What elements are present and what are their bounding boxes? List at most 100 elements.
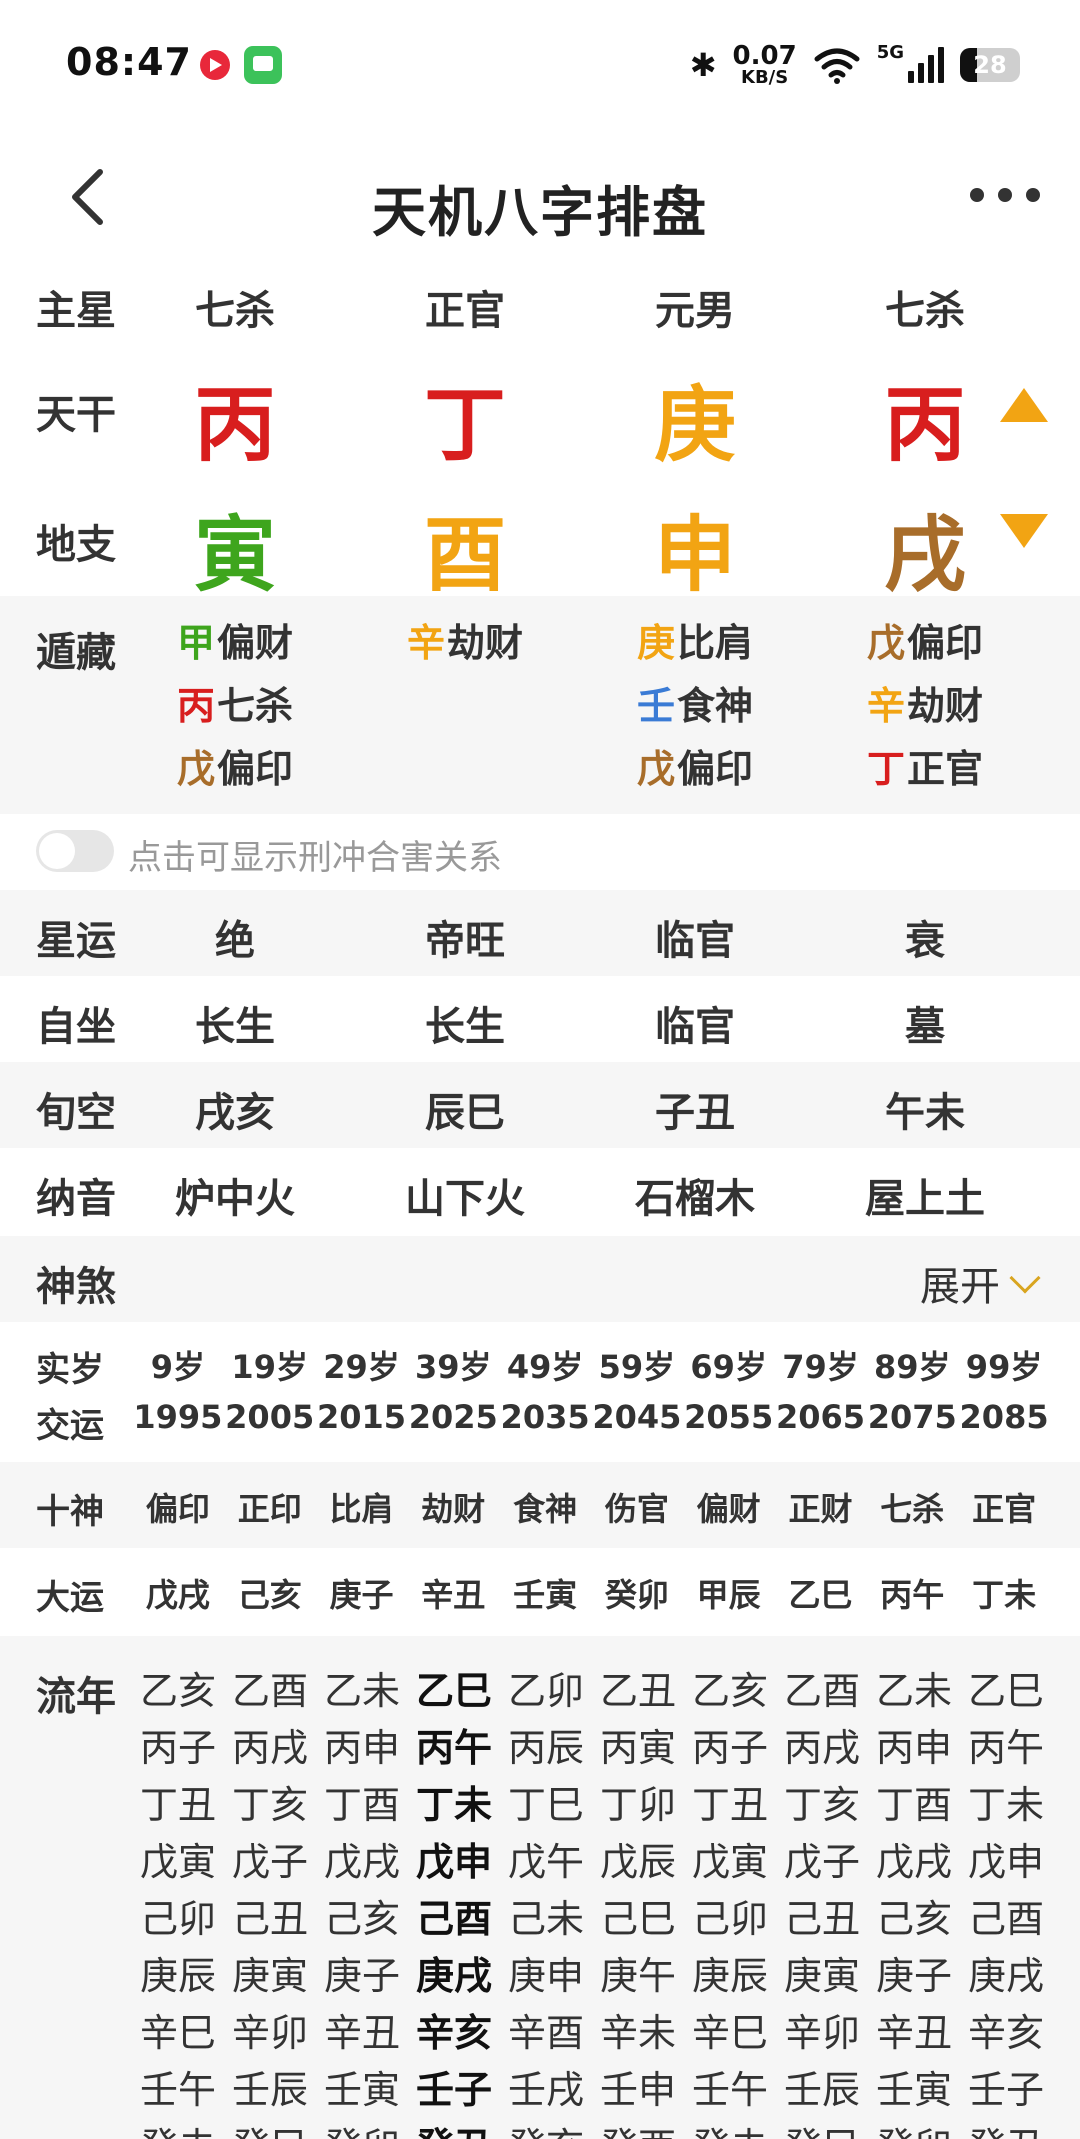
- liunian-year-pillar[interactable]: 庚戌: [968, 1945, 1060, 2002]
- liunian-year-pillar[interactable]: 戊寅: [692, 1831, 784, 1888]
- liunian-year-pillar[interactable]: 丁亥: [232, 1774, 324, 1831]
- liunian-year-pillar[interactable]: 庚寅: [784, 1945, 876, 2002]
- info-cell: 长生: [195, 1004, 275, 1050]
- liunian-year-pillar[interactable]: 丁未: [416, 1774, 508, 1831]
- liunian-year-pillar[interactable]: 己亥: [876, 1888, 968, 1945]
- liunian-year-pillar[interactable]: 丙辰: [508, 1717, 600, 1774]
- relations-toggle-label[interactable]: 点击可显示刑冲合害关系: [128, 830, 502, 879]
- liunian-year-pillar[interactable]: 丁丑: [140, 1774, 232, 1831]
- liunian-year-pillar[interactable]: 丙寅: [600, 1717, 692, 1774]
- liunian-year-pillar[interactable]: 乙未: [876, 1660, 968, 1717]
- liunian-year-pillar[interactable]: 丙子: [692, 1717, 784, 1774]
- liunian-year-pillar[interactable]: 辛酉: [508, 2002, 600, 2059]
- scroll-up-arrow-icon[interactable]: [1000, 388, 1048, 422]
- liunian-year-pillar[interactable]: 戊子: [784, 1831, 876, 1888]
- liunian-year-pillar[interactable]: 壬子: [416, 2059, 508, 2116]
- liunian-year-pillar[interactable]: 庚申: [508, 1945, 600, 2002]
- liunian-year-pillar[interactable]: 戊申: [416, 1831, 508, 1888]
- liunian-year-pillar[interactable]: 庚寅: [232, 1945, 324, 2002]
- liunian-year-pillar[interactable]: 己丑: [784, 1888, 876, 1945]
- liunian-year-pillar[interactable]: 戊申: [968, 1831, 1060, 1888]
- liunian-year-pillar[interactable]: 乙酉: [784, 1660, 876, 1717]
- liunian-year-pillar[interactable]: 乙巳: [416, 1660, 508, 1717]
- liunian-year-pillar[interactable]: 丁卯: [600, 1774, 692, 1831]
- liunian-year-pillar[interactable]: 己酉: [968, 1888, 1060, 1945]
- liunian-year-pillar[interactable]: 己巳: [600, 1888, 692, 1945]
- liunian-year-pillar[interactable]: 乙卯: [508, 1660, 600, 1717]
- info-row-xunkong: 旬空 戌亥 辰巳 子丑 午未: [0, 1062, 1080, 1148]
- liunian-year-pillar[interactable]: 乙丑: [600, 1660, 692, 1717]
- liunian-year-pillar[interactable]: 壬午: [692, 2059, 784, 2116]
- shensha-expand-button[interactable]: 展开: [920, 1254, 1041, 1312]
- liunian-year-pillar[interactable]: 丁亥: [784, 1774, 876, 1831]
- liunian-year-pillar[interactable]: 辛卯: [784, 2002, 876, 2059]
- liunian-year-pillar[interactable]: 乙亥: [692, 1660, 784, 1717]
- liunian-year-pillar[interactable]: 丙午: [416, 1717, 508, 1774]
- liunian-year-pillar[interactable]: 壬辰: [784, 2059, 876, 2116]
- liunian-year-pillar[interactable]: 戊寅: [140, 1831, 232, 1888]
- liunian-year-pillar[interactable]: 己亥: [324, 1888, 416, 1945]
- liunian-year-pillar[interactable]: 丁酉: [876, 1774, 968, 1831]
- liunian-year-pillar[interactable]: 癸亥: [508, 2116, 600, 2139]
- battery-level: 28: [973, 51, 1007, 79]
- liunian-year-pillar[interactable]: 壬午: [140, 2059, 232, 2116]
- liunian-year-pillar[interactable]: 庚午: [600, 1945, 692, 2002]
- liunian-year-pillar[interactable]: 丁丑: [692, 1774, 784, 1831]
- liunian-year-pillar[interactable]: 癸丑: [968, 2116, 1060, 2139]
- liunian-year-pillar[interactable]: 壬戌: [508, 2059, 600, 2116]
- liunian-year-pillar[interactable]: 癸未: [692, 2116, 784, 2139]
- liunian-year-pillar[interactable]: 己卯: [140, 1888, 232, 1945]
- liunian-year-pillar[interactable]: 戊戌: [324, 1831, 416, 1888]
- liunian-year-pillar[interactable]: 癸卯: [876, 2116, 968, 2139]
- liunian-year-pillar[interactable]: 辛巳: [140, 2002, 232, 2059]
- liunian-year-pillar[interactable]: 乙酉: [232, 1660, 324, 1717]
- liunian-year-pillar[interactable]: 壬寅: [876, 2059, 968, 2116]
- liunian-year-pillar[interactable]: 壬寅: [324, 2059, 416, 2116]
- liunian-year-pillar[interactable]: 癸未: [140, 2116, 232, 2139]
- hidden-stem-god: 七杀: [217, 684, 294, 728]
- liunian-year-pillar[interactable]: 丙子: [140, 1717, 232, 1774]
- scroll-down-arrow-icon[interactable]: [1000, 514, 1048, 548]
- relations-toggle-switch[interactable]: [36, 830, 114, 872]
- liunian-year-pillar[interactable]: 辛亥: [416, 2002, 508, 2059]
- liunian-year-pillar[interactable]: 丙申: [324, 1717, 416, 1774]
- liunian-year-pillar[interactable]: 乙亥: [140, 1660, 232, 1717]
- liunian-year-pillar[interactable]: 壬辰: [232, 2059, 324, 2116]
- liunian-year-pillar[interactable]: 辛卯: [232, 2002, 324, 2059]
- liunian-year-pillar[interactable]: 丁巳: [508, 1774, 600, 1831]
- liunian-year-pillar[interactable]: 癸卯: [324, 2116, 416, 2139]
- liunian-year-pillar[interactable]: 辛丑: [876, 2002, 968, 2059]
- liunian-year-pillar[interactable]: 庚戌: [416, 1945, 508, 2002]
- liunian-year-pillar[interactable]: 庚辰: [692, 1945, 784, 2002]
- liunian-year-pillar[interactable]: 戊午: [508, 1831, 600, 1888]
- liunian-year-pillar[interactable]: 乙未: [324, 1660, 416, 1717]
- liunian-year-pillar[interactable]: 己丑: [232, 1888, 324, 1945]
- liunian-year-pillar[interactable]: 辛巳: [692, 2002, 784, 2059]
- liunian-year-pillar[interactable]: 己卯: [692, 1888, 784, 1945]
- liunian-year-pillar[interactable]: 丁未: [968, 1774, 1060, 1831]
- more-options-button[interactable]: [970, 180, 1040, 210]
- liunian-year-pillar[interactable]: 丙戌: [784, 1717, 876, 1774]
- liunian-year-pillar[interactable]: 乙巳: [968, 1660, 1060, 1717]
- liunian-year-pillar[interactable]: 戊子: [232, 1831, 324, 1888]
- liunian-year-pillar[interactable]: 戊辰: [600, 1831, 692, 1888]
- liunian-year-pillar[interactable]: 癸酉: [600, 2116, 692, 2139]
- liunian-year-pillar[interactable]: 辛未: [600, 2002, 692, 2059]
- liunian-year-pillar[interactable]: 壬申: [600, 2059, 692, 2116]
- liunian-year-pillar[interactable]: 己未: [508, 1888, 600, 1945]
- liunian-year-pillar[interactable]: 丙午: [968, 1717, 1060, 1774]
- liunian-year-pillar[interactable]: 壬子: [968, 2059, 1060, 2116]
- liunian-year-pillar[interactable]: 丙申: [876, 1717, 968, 1774]
- liunian-year-pillar[interactable]: 丙戌: [232, 1717, 324, 1774]
- liunian-year-pillar[interactable]: 庚子: [324, 1945, 416, 2002]
- liunian-year-pillar[interactable]: 庚子: [876, 1945, 968, 2002]
- liunian-year-pillar[interactable]: 戊戌: [876, 1831, 968, 1888]
- liunian-year-pillar[interactable]: 癸丑: [416, 2116, 508, 2139]
- liunian-year-pillar[interactable]: 庚辰: [140, 1945, 232, 2002]
- liunian-year-pillar[interactable]: 己酉: [416, 1888, 508, 1945]
- liunian-year-pillar[interactable]: 辛亥: [968, 2002, 1060, 2059]
- liunian-year-pillar[interactable]: 癸巳: [232, 2116, 324, 2139]
- liunian-year-pillar[interactable]: 辛丑: [324, 2002, 416, 2059]
- liunian-year-pillar[interactable]: 癸巳: [784, 2116, 876, 2139]
- liunian-year-pillar[interactable]: 丁酉: [324, 1774, 416, 1831]
